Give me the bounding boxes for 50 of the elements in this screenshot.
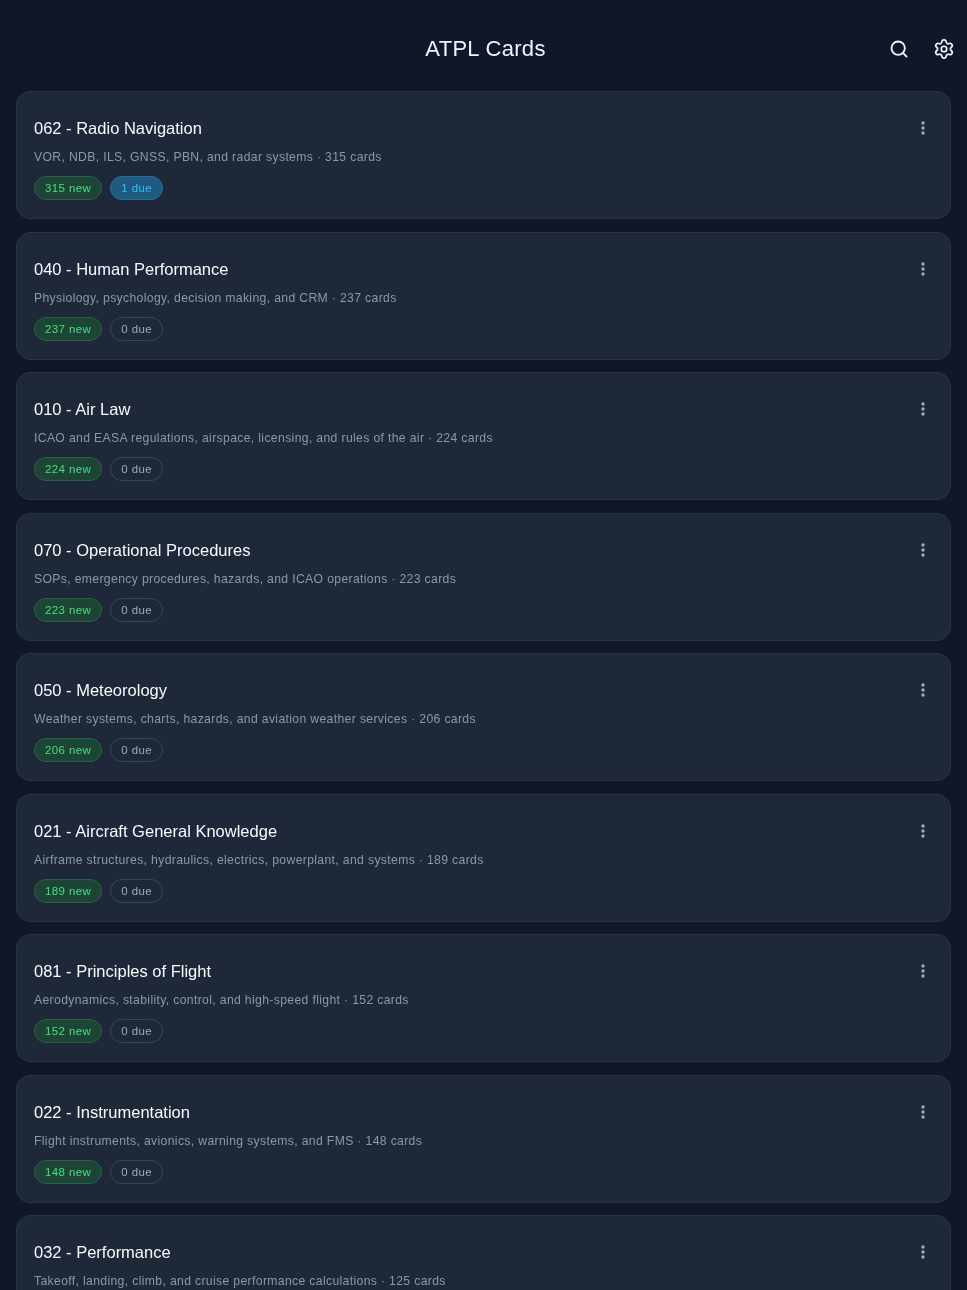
search-icon <box>889 39 909 59</box>
deck-description: Flight instruments, avionics, warning systems, and FMS · 148 cards <box>34 1132 424 1150</box>
deck-description: VOR, NDB, ILS, GNSS, PBN, and radar systems · 315 cards <box>34 149 383 166</box>
new-count-badge: 152 new <box>34 1019 103 1043</box>
deck-title: 040 - Human Performance <box>34 258 229 280</box>
deck-title: 021 - Aircraft General Knowledge <box>34 820 278 842</box>
deck-title: 010 - Air Law <box>34 399 131 420</box>
settings-icon <box>933 38 955 60</box>
deck-card[interactable]: 062 - Radio Navigation VOR, NDB, ILS, GNSS, PBN, and radar systems · 315 cards 315 new 1 due <box>16 91 951 219</box>
new-count-badge: 315 new <box>34 176 103 200</box>
deck-card[interactable]: 040 - Human Performance Physiology, psychology, decision making, and CRM · 237 cards 237 new 0 due <box>16 231 951 360</box>
new-count-badge: 189 new <box>34 878 103 903</box>
app-title: ATPL Cards <box>425 36 546 62</box>
more-options-icon[interactable] <box>921 964 925 978</box>
deck-description: Airframe structures, hydraulics, electrics, powerplant, and systems · 189 cards <box>34 851 485 869</box>
more-options-icon[interactable] <box>921 683 925 697</box>
deck-card[interactable]: 081 - Principles of Flight Aerodynamics, stability, control, and high-speed flight · 152 cards 152 new 0 due <box>16 934 951 1062</box>
more-options-icon[interactable] <box>921 1245 925 1259</box>
deck-description: ICAO and EASA regulations, airspace, licensing, and rules of the air · 224 cards <box>34 430 494 447</box>
deck-description: Physiology, psychology, decision making, and CRM · 237 cards <box>34 289 398 307</box>
deck-description: Aerodynamics, stability, control, and high-speed flight · 152 cards <box>34 992 410 1009</box>
deck-card[interactable]: 022 - Instrumentation Flight instruments, avionics, warning systems, and FMS · 148 cards 148 new 0 due <box>16 1074 951 1203</box>
deck-card[interactable]: 010 - Air Law ICAO and EASA regulations, airspace, licensing, and rules of the air · 224 cards 224 new 0 due <box>16 372 951 500</box>
new-count-badge: 223 new <box>34 597 103 622</box>
new-count-badge: 206 new <box>34 738 103 762</box>
more-options-icon[interactable] <box>921 542 925 557</box>
more-options-icon[interactable] <box>921 121 925 135</box>
more-options-icon[interactable] <box>921 823 925 838</box>
more-options-icon[interactable] <box>921 402 925 416</box>
new-count-badge: 237 new <box>34 316 103 341</box>
deck-description: Weather systems, charts, hazards, and aviation weather services · 206 cards <box>34 711 477 728</box>
deck-title: 050 - Meteorology <box>34 680 167 701</box>
new-count-badge: 224 new <box>34 457 103 481</box>
deck-card[interactable]: 070 - Operational Procedures SOPs, emergency procedures, hazards, and ICAO operations · 223 cards 223 new 0 due <box>16 512 951 641</box>
deck-title: 070 - Operational Procedures <box>34 539 251 561</box>
due-count-badge: 1 due <box>110 176 164 200</box>
settings-button[interactable] <box>933 38 955 60</box>
deck-title: 081 - Principles of Flight <box>34 961 211 982</box>
deck-title: 062 - Radio Navigation <box>34 118 202 139</box>
deck-description: Takeoff, landing, climb, and cruise performance calculations · 125 cards <box>34 1273 447 1290</box>
deck-description: SOPs, emergency procedures, hazards, and ICAO operations · 223 cards <box>34 570 458 588</box>
more-options-icon[interactable] <box>921 1104 925 1119</box>
deck-title: 032 - Performance <box>34 1242 171 1263</box>
more-options-icon[interactable] <box>921 261 925 276</box>
deck-card[interactable]: 032 - Performance Takeoff, landing, climb, and cruise performance calculations · 125 cards <box>16 1215 951 1290</box>
deck-card[interactable]: 021 - Aircraft General Knowledge Airframe structures, hydraulics, electrics, powerplant, and systems · 189 cards 189 new 0 due <box>16 793 951 922</box>
deck-title: 022 - Instrumentation <box>34 1101 190 1123</box>
new-count-badge: 148 new <box>34 1159 103 1184</box>
search-button[interactable] <box>889 39 909 59</box>
deck-card[interactable]: 050 - Meteorology Weather systems, charts, hazards, and aviation weather services · 206 cards 206 new 0 due <box>16 653 951 781</box>
